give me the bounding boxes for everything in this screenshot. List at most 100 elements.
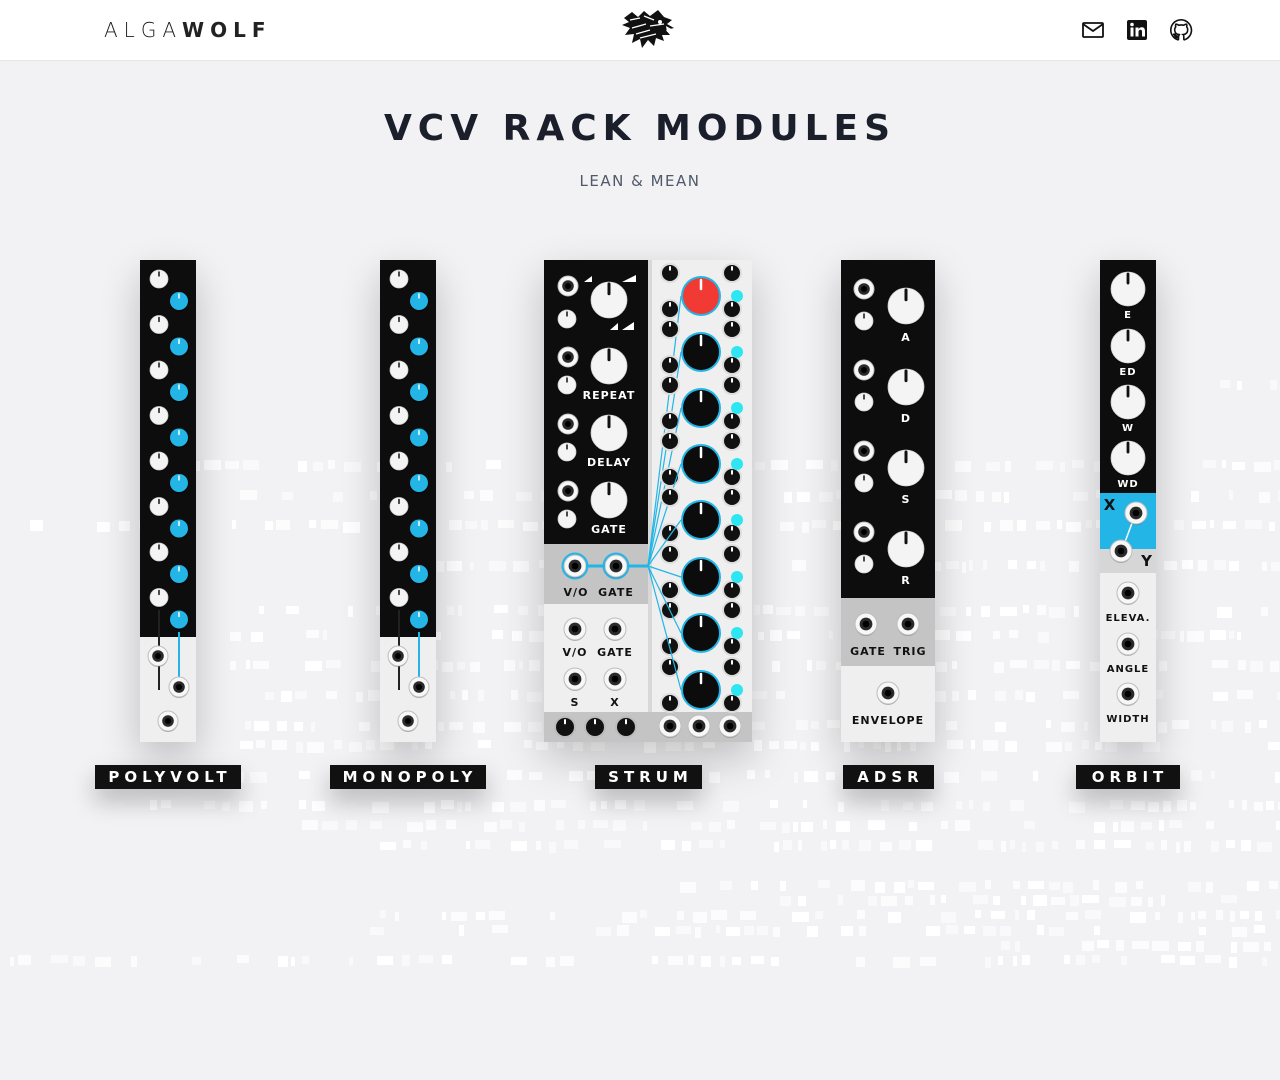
gate-jack[interactable]: [854, 612, 878, 636]
step-knob[interactable]: [681, 332, 721, 372]
cv-jack[interactable]: [557, 346, 579, 368]
cv-jack[interactable]: [853, 278, 875, 300]
offset-knob[interactable]: [149, 360, 169, 381]
active-step-knob[interactable]: [681, 276, 721, 316]
offset-knob[interactable]: [389, 542, 409, 563]
input-jack[interactable]: [387, 645, 409, 667]
stage-knob[interactable]: [887, 368, 925, 407]
module-label-monopoly[interactable]: MONOPOLY: [330, 765, 486, 789]
input-jack[interactable]: [557, 275, 579, 297]
bottom-knob[interactable]: [584, 716, 606, 738]
step-knob[interactable]: [681, 388, 721, 428]
vo-in-jack[interactable]: [561, 552, 589, 580]
step-small-knob[interactable]: [722, 693, 742, 713]
offset-knob[interactable]: [149, 497, 169, 518]
attenuator-knob[interactable]: [557, 375, 577, 396]
step-small-knob[interactable]: [660, 355, 680, 375]
step-small-knob[interactable]: [660, 319, 680, 339]
step-knob[interactable]: [681, 613, 721, 653]
gate-in-jack[interactable]: [602, 552, 630, 580]
stage-knob[interactable]: [887, 287, 925, 326]
offset-knob[interactable]: [389, 588, 409, 609]
step-small-knob[interactable]: [722, 263, 742, 283]
cv-jack[interactable]: [557, 413, 579, 435]
step-small-knob[interactable]: [660, 263, 680, 283]
mail-icon[interactable]: [1081, 18, 1105, 42]
module-label-polyvolt[interactable]: POLYVOLT: [95, 765, 241, 789]
step-small-knob[interactable]: [722, 544, 742, 564]
offset-knob[interactable]: [389, 269, 409, 290]
step-knob[interactable]: [681, 557, 721, 597]
offset-knob[interactable]: [389, 497, 409, 518]
github-icon[interactable]: [1169, 18, 1193, 42]
param-knob[interactable]: [590, 481, 628, 520]
cv-jack[interactable]: [1116, 682, 1140, 706]
wolf-head-icon[interactable]: [620, 8, 676, 52]
step-knob[interactable]: [681, 670, 721, 710]
module-monopoly-panel[interactable]: [380, 260, 436, 742]
attenuator-knob[interactable]: [854, 473, 874, 494]
offset-knob[interactable]: [389, 451, 409, 472]
step-small-knob[interactable]: [722, 487, 742, 507]
step-small-knob[interactable]: [722, 411, 742, 431]
offset-knob[interactable]: [149, 315, 169, 336]
bottom-knob[interactable]: [554, 716, 576, 738]
param-knob[interactable]: [590, 414, 628, 453]
cv-jack[interactable]: [557, 480, 579, 502]
offset-knob[interactable]: [389, 406, 409, 427]
module-orbit-panel[interactable]: E ED W WD X Y ELEVA. ANGLE WIDTH: [1100, 260, 1156, 742]
step-small-knob[interactable]: [722, 375, 742, 395]
step-small-knob[interactable]: [722, 657, 742, 677]
attenuator-knob[interactable]: [854, 311, 874, 332]
cv-jack[interactable]: [853, 359, 875, 381]
orbit-knob[interactable]: [1110, 440, 1146, 477]
output-jack[interactable]: [397, 710, 419, 732]
y-out-jack[interactable]: [1109, 539, 1133, 563]
offset-knob[interactable]: [389, 315, 409, 336]
offset-knob[interactable]: [149, 542, 169, 563]
brand-logo-text[interactable]: ALGAWOLF: [104, 18, 271, 42]
gate-jack[interactable]: [603, 617, 627, 641]
poly-in-jack[interactable]: [168, 676, 190, 698]
module-label-orbit[interactable]: ORBIT: [1076, 765, 1180, 789]
step-small-knob[interactable]: [660, 431, 680, 451]
cv-jack[interactable]: [1116, 581, 1140, 605]
module-adsr-panel[interactable]: A D S R GATE TRIG ENVELOPE: [841, 260, 935, 742]
vo-jack[interactable]: [563, 617, 587, 641]
linkedin-icon[interactable]: [1125, 18, 1149, 42]
step-small-knob[interactable]: [660, 375, 680, 395]
output-jack[interactable]: [157, 710, 179, 732]
attenuator-knob[interactable]: [557, 309, 577, 330]
step-knob[interactable]: [681, 500, 721, 540]
envelope-out-jack[interactable]: [876, 681, 900, 705]
orbit-knob[interactable]: [1110, 384, 1146, 421]
cv-jack[interactable]: [1116, 632, 1140, 656]
step-small-knob[interactable]: [660, 299, 680, 319]
step-small-knob[interactable]: [660, 487, 680, 507]
poly-in-jack[interactable]: [408, 676, 430, 698]
step-small-knob[interactable]: [660, 693, 680, 713]
step-small-knob[interactable]: [722, 636, 742, 656]
offset-knob[interactable]: [149, 451, 169, 472]
step-small-knob[interactable]: [722, 580, 742, 600]
out-jack[interactable]: [687, 714, 711, 738]
offset-knob[interactable]: [149, 269, 169, 290]
attenuator-knob[interactable]: [854, 392, 874, 413]
step-small-knob[interactable]: [660, 636, 680, 656]
module-polyvolt-panel[interactable]: [140, 260, 196, 742]
step-small-knob[interactable]: [722, 467, 742, 487]
trig-jack[interactable]: [896, 612, 920, 636]
cv-jack[interactable]: [853, 440, 875, 462]
module-strum-panel[interactable]: REPEAT DELAY GATE V/O GATE V/O GATE S X: [544, 260, 752, 742]
module-label-strum[interactable]: STRUM: [595, 765, 702, 789]
attenuator-knob[interactable]: [854, 554, 874, 575]
x-out-jack[interactable]: [1124, 501, 1148, 525]
cv-jack[interactable]: [853, 521, 875, 543]
step-small-knob[interactable]: [722, 355, 742, 375]
step-small-knob[interactable]: [722, 299, 742, 319]
input-jack[interactable]: [147, 645, 169, 667]
step-small-knob[interactable]: [722, 319, 742, 339]
offset-knob[interactable]: [389, 360, 409, 381]
param-knob[interactable]: [590, 347, 628, 386]
s-jack[interactable]: [563, 667, 587, 691]
